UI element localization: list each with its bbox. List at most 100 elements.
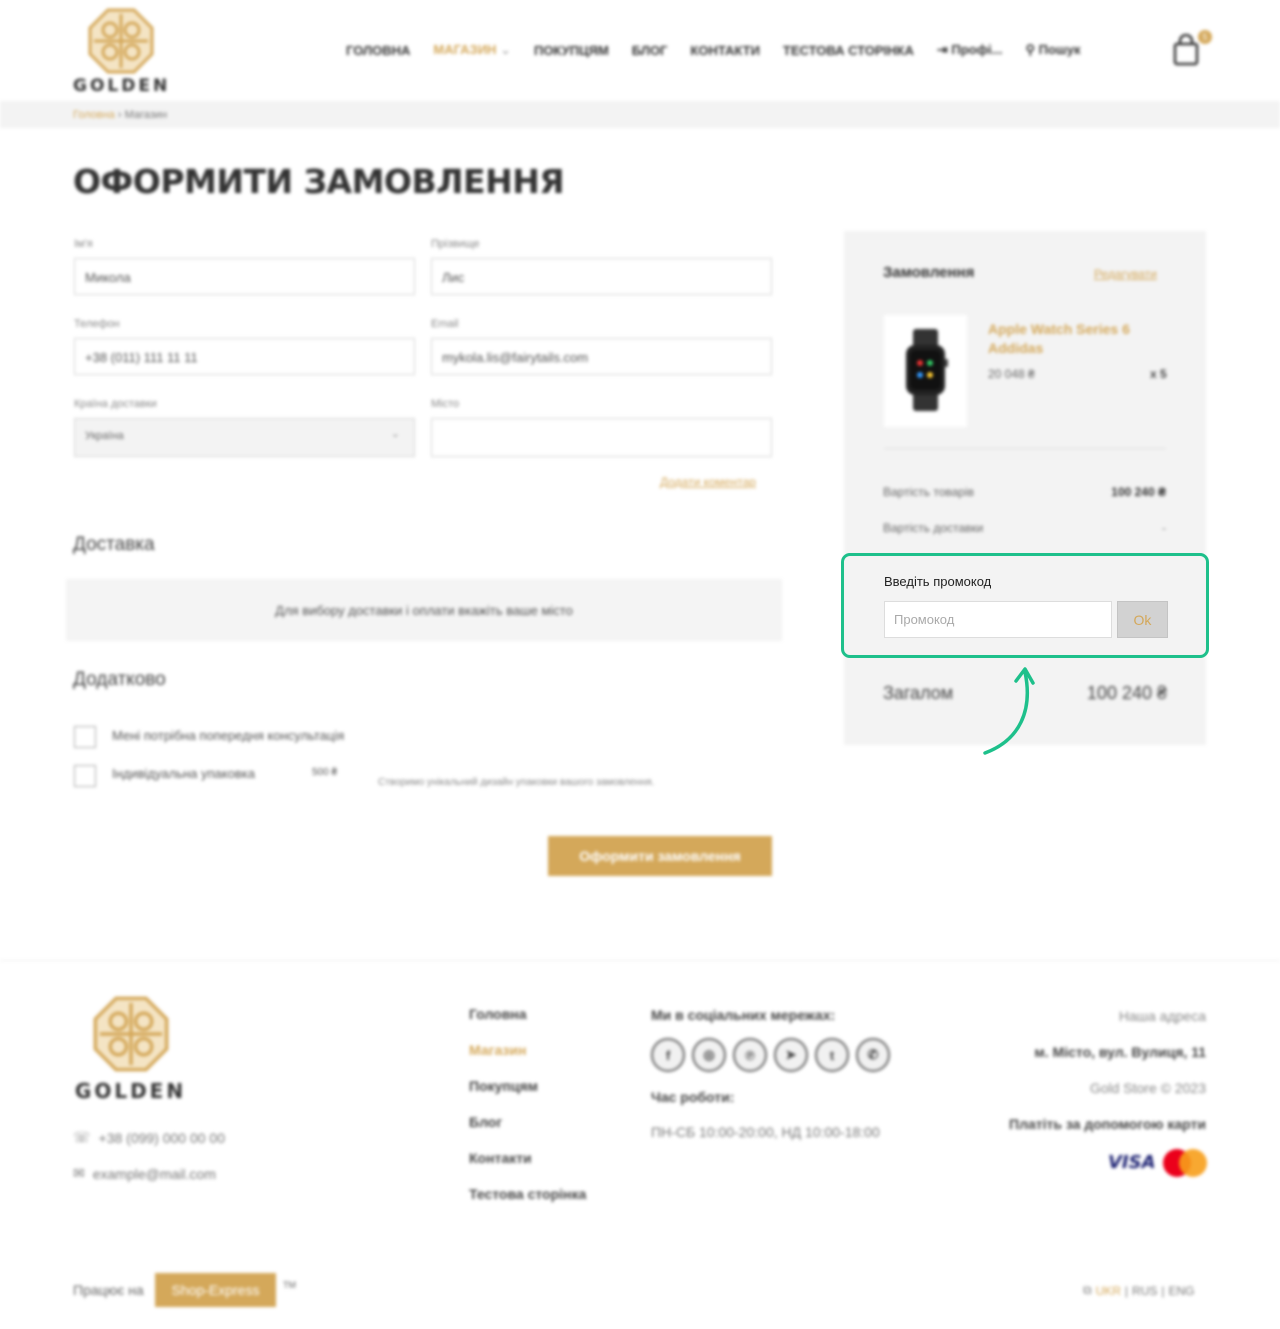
lang-eng[interactable]: ENG <box>1169 1284 1195 1298</box>
trademark-mark: TM <box>283 1280 296 1290</box>
telegram-icon[interactable]: ➤ <box>774 1038 808 1072</box>
twitter-icon[interactable]: t <box>815 1038 849 1072</box>
edit-order-link[interactable]: Редагувати <box>1094 267 1157 281</box>
login-icon: ⇥ <box>936 42 948 57</box>
email-field[interactable]: mykola.lis@fairytails.com <box>431 338 772 375</box>
language-switcher: ⧉ UKR | RUS | ENG <box>1083 1283 1195 1298</box>
packaging-price: 500 ₴ <box>312 767 338 778</box>
profile-link[interactable]: ⇥ Профі... <box>937 42 1003 58</box>
footer-menu: Головна Магазин Покупцям Блог Контакти Т… <box>469 1006 586 1222</box>
nav-item-shop[interactable]: МАГАЗИН ⌄ <box>433 42 511 58</box>
mail-icon: ✉ <box>73 1165 85 1181</box>
cart-icon[interactable] <box>1172 34 1200 66</box>
breadcrumb: Головна › Магазин <box>0 101 1280 128</box>
copyright: Gold Store © 2023 <box>1089 1080 1206 1096</box>
add-comment-link[interactable]: Додати коментар <box>660 475 756 489</box>
main-nav: ГОЛОВНА МАГАЗИН ⌄ ПОКУПЦЯМ БЛОГ КОНТАКТИ… <box>346 42 1080 58</box>
first-name-label: Ім'я <box>74 238 93 250</box>
phone-icon: ☏ <box>73 1129 91 1145</box>
footer-link-home[interactable]: Головна <box>469 1006 586 1042</box>
pay-title: Платіть за допомогою карти <box>1009 1116 1206 1132</box>
logo-text: GOLDEN <box>73 76 171 96</box>
product-image[interactable] <box>884 315 967 427</box>
footer-email[interactable]: ✉ example@mail.com <box>73 1165 216 1182</box>
last-name-label: Прізвище <box>431 238 480 250</box>
nav-item-test-page[interactable]: ТЕСТОВА СТОРІНКА <box>783 43 914 58</box>
nav-item-blog[interactable]: БЛОГ <box>632 43 668 58</box>
translate-icon: ⧉ <box>1083 1283 1092 1297</box>
footer-phone[interactable]: ☏ +38 (099) 000 00 00 <box>73 1129 225 1146</box>
hours-title: Час роботи: <box>651 1089 735 1105</box>
breadcrumb-current: Магазин <box>124 109 168 121</box>
footer-logo[interactable]: GOLDEN <box>73 996 188 1103</box>
nav-item-contacts[interactable]: КОНТАКТИ <box>690 43 760 58</box>
social-links: f ◎ ℗ ➤ t ✆ <box>651 1038 890 1072</box>
consult-label: Мені потрібна попередня консультація <box>112 728 345 743</box>
social-title: Ми в соціальних мережах: <box>651 1007 836 1023</box>
product-name[interactable]: Apple Watch Series 6 Addidas <box>988 320 1158 358</box>
promo-code-input[interactable] <box>884 601 1112 638</box>
whatsapp-icon[interactable]: ✆ <box>856 1038 890 1072</box>
callout-arrow-icon <box>983 667 1035 755</box>
delivery-title: Доставка <box>73 534 155 555</box>
footer-logo-text: GOLDEN <box>74 1079 187 1103</box>
powered-by-text: Працює на <box>73 1282 144 1298</box>
footer-link-customers[interactable]: Покупцям <box>469 1078 586 1114</box>
shop-express-badge[interactable]: Shop-Express <box>155 1273 276 1307</box>
footer-link-test-page[interactable]: Тестова сторінка <box>469 1186 586 1222</box>
city-field[interactable] <box>431 418 772 457</box>
promo-code-label: Введіть промокод <box>884 574 992 589</box>
goods-cost-label: Вартість товарів <box>883 485 974 499</box>
instagram-icon[interactable]: ◎ <box>692 1038 726 1072</box>
country-label: Країна доставки <box>74 398 157 410</box>
promo-code-section: Введіть промокод Ok <box>841 553 1209 658</box>
pinterest-icon[interactable]: ℗ <box>733 1038 767 1072</box>
product-quantity: x 5 <box>1150 367 1167 381</box>
nav-item-home[interactable]: ГОЛОВНА <box>346 43 410 58</box>
order-divider <box>884 448 1166 449</box>
phone-label: Телефон <box>74 318 120 330</box>
address-text: м. Місто, вул. Вулиця, 11 <box>1034 1044 1206 1060</box>
visa-logo: VISA <box>1108 1152 1156 1173</box>
packaging-note: Створимо унікальний дизайн упаковки вашо… <box>378 777 655 788</box>
email-label: Email <box>431 318 459 330</box>
packaging-label: Індивідуальна упаковка <box>112 766 255 781</box>
delivery-hint: Для вибору доставки і оплати вкажіть ваш… <box>66 579 782 641</box>
submit-order-button[interactable]: Оформити замовлення <box>548 836 772 876</box>
page-background: GOLDEN ГОЛОВНА МАГАЗИН ⌄ ПОКУПЦЯМ БЛОГ К… <box>0 0 1280 1329</box>
city-label: Місто <box>431 398 460 410</box>
logo[interactable]: GOLDEN <box>73 8 169 96</box>
consult-checkbox[interactable] <box>74 726 96 748</box>
shipping-cost-value: - <box>1162 521 1166 535</box>
nav-item-customers[interactable]: ПОКУПЦЯМ <box>534 43 609 58</box>
mastercard-logo <box>1163 1149 1207 1177</box>
lang-rus[interactable]: RUS <box>1132 1284 1157 1298</box>
smartwatch-icon <box>906 329 948 411</box>
phone-field[interactable]: +38 (011) 111 11 11 <box>74 338 415 375</box>
breadcrumb-home[interactable]: Головна <box>73 109 115 121</box>
product-price: 20 048 ₴ <box>988 367 1035 381</box>
cart-count-badge: 5 <box>1198 30 1212 44</box>
last-name-field[interactable]: Лис <box>431 258 772 295</box>
order-title: Замовлення <box>883 264 975 281</box>
promo-apply-button[interactable]: Ok <box>1117 601 1168 638</box>
extra-title: Додатково <box>73 669 166 690</box>
search-link[interactable]: ⚲ Пошук <box>1025 42 1080 58</box>
page-title: ОФОРМИТИ ЗАМОВЛЕННЯ <box>73 162 565 201</box>
packaging-checkbox[interactable] <box>74 765 96 787</box>
footer-link-shop[interactable]: Магазин <box>469 1042 586 1078</box>
footer-divider <box>0 960 1280 961</box>
hours-text: ПН-СБ 10:00-20:00, НД 10:00-18:00 <box>651 1124 880 1140</box>
shipping-cost-label: Вартість доставки <box>883 521 984 535</box>
footer-link-blog[interactable]: Блог <box>469 1114 586 1150</box>
country-select[interactable]: Україна <box>74 418 415 457</box>
chevron-down-icon: ⌄ <box>500 42 511 57</box>
footer-link-contacts[interactable]: Контакти <box>469 1150 586 1186</box>
facebook-icon[interactable]: f <box>651 1038 685 1072</box>
search-icon: ⚲ <box>1025 42 1035 57</box>
logo-emblem-icon <box>93 996 168 1072</box>
lang-ukr[interactable]: UKR <box>1096 1284 1121 1298</box>
goods-cost-value: 100 240 ₴ <box>1111 485 1166 499</box>
first-name-field[interactable]: Микола <box>74 258 415 295</box>
address-title: Наша адреса <box>1118 1008 1206 1024</box>
